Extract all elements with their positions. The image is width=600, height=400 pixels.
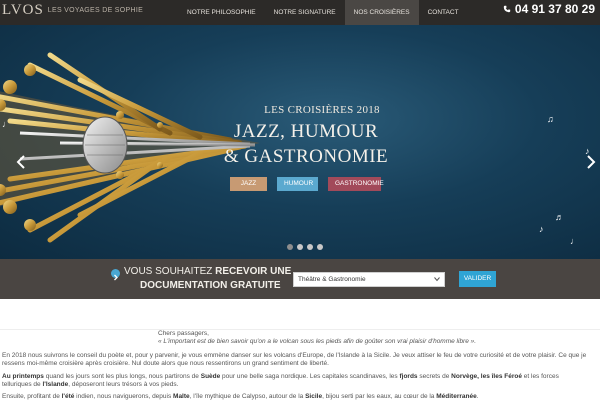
hero-title-line2: & GASTRONOMIE <box>223 146 389 167</box>
documentation-heading-bold: RECEVOIR UNE <box>215 266 292 277</box>
text: Ensuite, profitant de <box>2 393 62 400</box>
text-bold: l'Islande <box>42 381 69 388</box>
text: . <box>476 393 479 400</box>
slider-dots <box>287 244 323 250</box>
quote-text: « L'important est de bien savoir qu'on a… <box>158 338 477 345</box>
documentation-heading-prefix: VOUS SOUHAITEZ <box>124 266 216 277</box>
text-bold: Sicile <box>305 393 323 400</box>
content-spacer <box>0 299 600 330</box>
nav-item-contact[interactable]: CONTACT <box>419 0 468 25</box>
slider-dot[interactable] <box>307 244 313 250</box>
slider-dot[interactable] <box>317 244 323 250</box>
documentation-heading-line1: VOUS SOUHAITEZ RECEVOIR UNE <box>124 266 291 277</box>
cruise-theme-select[interactable]: Théâtre & Gastronomie <box>293 272 445 287</box>
music-note-icon: ♩ <box>2 119 11 129</box>
text-bold: l'été <box>61 393 75 400</box>
chevron-down-icon <box>434 277 440 282</box>
music-note-icon: ♩ <box>570 236 579 246</box>
text: et les forces <box>521 373 559 380</box>
greeting-text: Chers passagers, <box>158 330 209 337</box>
music-note-icon: ♪ <box>539 224 544 234</box>
text: , déposeront leurs trésors à vos pieds. <box>68 381 179 388</box>
music-note-icon: ♪ <box>585 146 590 156</box>
top-header: LVOS LES VOYAGES DE SOPHIE NOTRE PHILOSO… <box>0 0 600 25</box>
text: , l'île mythique de Calypso, autour de l… <box>189 393 306 400</box>
nav-item-signature[interactable]: NOTRE SIGNATURE <box>265 0 345 25</box>
main-nav: NOTRE PHILOSOPHIE NOTRE SIGNATURE NOS CR… <box>178 0 468 25</box>
text: , bijou serti par les eaux, au cœur de l… <box>322 393 437 400</box>
slider-dot[interactable] <box>287 244 293 250</box>
text-bold: fjords <box>399 373 418 380</box>
phone-number[interactable]: 04 91 37 80 29 <box>503 2 595 16</box>
paragraph-3-line1: Ensuite, profitant de l'été indien, nous… <box>2 392 479 400</box>
text-bold: Malte <box>173 393 190 400</box>
phone-text: 04 91 37 80 29 <box>514 2 595 16</box>
phone-icon <box>503 5 511 13</box>
tag-humour[interactable]: HUMOUR <box>277 177 318 191</box>
logo-mark: LVOS <box>2 2 44 18</box>
music-note-icon: ♫ <box>547 114 554 124</box>
cruise-theme-select-value: Théâtre & Gastronomie <box>298 276 366 283</box>
submit-button[interactable]: VALIDER <box>459 271 496 287</box>
nav-item-croisieres[interactable]: NOS CROISIÈRES <box>344 0 419 25</box>
slider-dot[interactable] <box>297 244 303 250</box>
hero-title-line1: JAZZ, HUMOUR <box>233 121 379 142</box>
tag-jazz[interactable]: JAZZ <box>230 177 267 191</box>
documentation-heading-line2: DOCUMENTATION GRATUITE <box>140 280 281 291</box>
logo[interactable]: LVOS LES VOYAGES DE SOPHIE <box>2 2 143 19</box>
chevron-right-circle-icon <box>111 269 120 281</box>
text: pour une belle saga nordique. Les capita… <box>220 373 400 380</box>
music-note-icon: ♬ <box>555 212 564 222</box>
paragraph-1-line2: ressens moi-même croisière après croisiè… <box>2 360 329 367</box>
chevron-right-icon[interactable] <box>586 155 596 169</box>
paragraph-2-line2: telluriques de l'Islande, déposeront leu… <box>2 380 178 389</box>
logo-text: LES VOYAGES DE SOPHIE <box>47 7 144 14</box>
text: indien, nous naviguerons, depuis <box>74 393 174 400</box>
text: telluriques de <box>2 381 43 388</box>
text: quand les jours sont les plus longs, nou… <box>43 373 201 380</box>
tag-gastronomie[interactable]: GASTRONOMIE <box>328 177 384 191</box>
text-bold: Au printemps <box>2 373 44 380</box>
theme-tags: JAZZ HUMOUR GASTRONOMIE <box>230 177 384 191</box>
text: secrets de <box>417 373 452 380</box>
text-bold: Suède <box>200 373 221 380</box>
chevron-left-icon[interactable] <box>16 155 26 169</box>
text-bold: Norvège, les îles Féroé <box>451 373 522 380</box>
hero-slider: LES CROISIÈRES 2018 JAZZ, HUMOUR & GASTR… <box>0 25 600 259</box>
text-bold: Méditerranée <box>436 393 477 400</box>
hero-subtitle: LES CROISIÈRES 2018 <box>264 104 380 116</box>
nav-item-philosophie[interactable]: NOTRE PHILOSOPHIE <box>178 0 265 25</box>
